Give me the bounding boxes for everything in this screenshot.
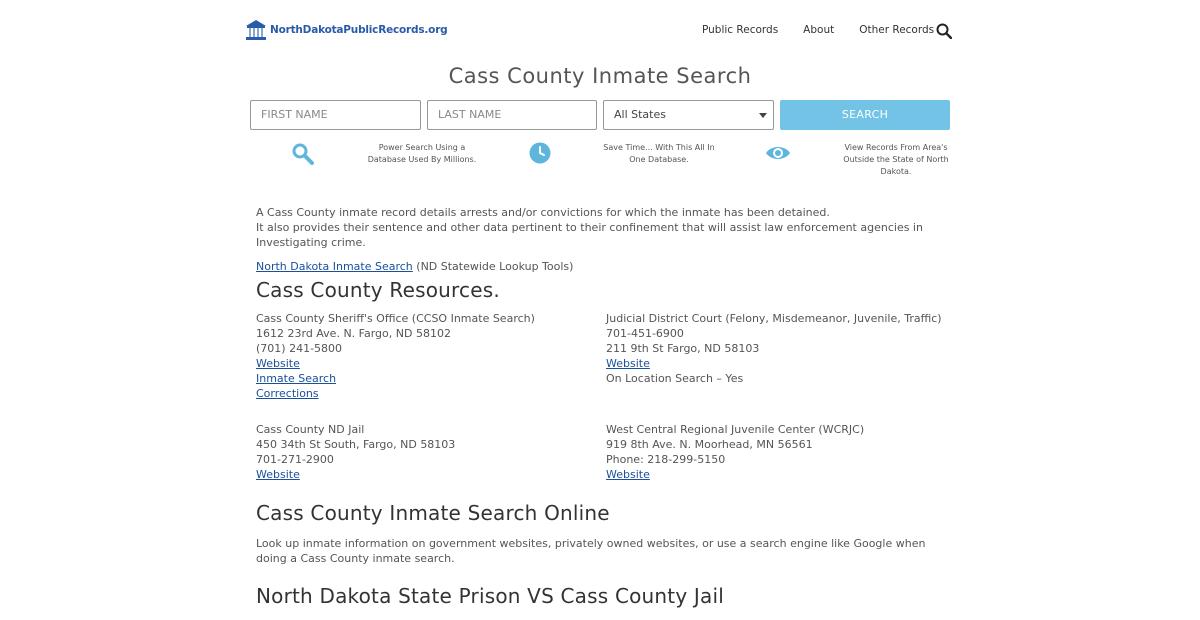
jail-website-link[interactable]: Website: [256, 467, 596, 482]
juvenile-website-link[interactable]: Website: [606, 467, 946, 482]
resource-phone: Phone: 218-299-5150: [606, 453, 726, 466]
resource-address: 1612 23rd Ave. N. Fargo, ND 58102: [256, 327, 451, 340]
feature-line: Outside the State of North: [843, 155, 949, 164]
online-text: Look up inmate information on government…: [256, 537, 926, 565]
link-suffix: (ND Statewide Lookup Tools): [412, 260, 574, 273]
caret-down-icon: [759, 113, 767, 118]
inmate-search-form: FIRST NAME LAST NAME All States SEARCH: [250, 100, 950, 130]
feature-text-view: View Records From Area's Outside the Sta…: [838, 142, 954, 178]
resource-name: West Central Regional Juvenile Center (W…: [606, 423, 865, 436]
resource-phone: (701) 241-5800: [256, 342, 343, 355]
prison-heading: North Dakota State Prison VS Cass County…: [256, 584, 724, 608]
resource-name: Judicial District Court (Felony, Misdeme…: [606, 312, 942, 325]
online-heading: Cass County Inmate Search Online: [256, 501, 610, 525]
resource-juvenile: West Central Regional Juvenile Center (W…: [606, 422, 946, 482]
resource-name: Cass County Sheriff's Office (CCSO Inmat…: [256, 312, 535, 325]
intro-line-2: It also provides their sentence and othe…: [256, 221, 923, 249]
feature-line: Database Used By Millions.: [367, 155, 477, 164]
sheriff-corrections-link[interactable]: Corrections: [256, 386, 596, 401]
logo-text: NorthDakotaPublicRecords.org: [270, 24, 448, 36]
resource-address: 211 9th St Fargo, ND 58103: [606, 342, 760, 355]
nav-about[interactable]: About: [803, 24, 834, 36]
top-nav: Public Records About Other Records: [702, 24, 959, 36]
feature-text-power: Power Search Using a Database Used By Mi…: [362, 142, 482, 166]
statewide-link-row: North Dakota Inmate Search (ND Statewide…: [256, 259, 946, 274]
intro-line-1: A Cass County inmate record details arre…: [256, 206, 830, 219]
feature-line: Dakota.: [880, 167, 912, 176]
sheriff-website-link[interactable]: Website: [256, 356, 596, 371]
state-select[interactable]: All States: [603, 100, 774, 130]
resource-phone: 701-451-6900: [606, 327, 684, 340]
feature-line: Save Time... With This All In: [603, 143, 715, 152]
eye-icon: [766, 147, 790, 159]
resource-address: 919 8th Ave. N. Moorhead, MN 56561: [606, 438, 813, 451]
feature-line: View Records From Area's: [844, 143, 948, 152]
search-icon[interactable]: [936, 23, 952, 39]
state-select-value: All States: [614, 108, 666, 121]
court-website-link[interactable]: Website: [606, 356, 946, 371]
feature-line: One Database.: [629, 155, 689, 164]
resource-jail: Cass County ND Jail 450 34th St South, F…: [256, 422, 596, 482]
nav-public-records[interactable]: Public Records: [702, 24, 778, 36]
page-title: Cass County Inmate Search: [448, 64, 752, 88]
site-header: NorthDakotaPublicRecords.org Public Reco…: [0, 0, 1200, 62]
last-name-input[interactable]: LAST NAME: [427, 100, 597, 130]
search-button[interactable]: SEARCH: [780, 100, 950, 130]
nav-other-records[interactable]: Other Records: [859, 24, 934, 36]
feature-text-save: Save Time... With This All In One Databa…: [600, 142, 718, 166]
nd-inmate-search-link[interactable]: North Dakota Inmate Search: [256, 260, 413, 273]
first-name-input[interactable]: FIRST NAME: [250, 100, 421, 130]
resource-name: Cass County ND Jail: [256, 423, 365, 436]
resource-address: 450 34th St South, Fargo, ND 58103: [256, 438, 456, 451]
courthouse-icon: [246, 20, 266, 40]
clock-icon: [529, 142, 551, 164]
feature-row: Power Search Using a Database Used By Mi…: [0, 140, 1200, 186]
site-logo[interactable]: NorthDakotaPublicRecords.org: [244, 18, 448, 42]
resource-court: Judicial District Court (Felony, Misdeme…: [606, 311, 946, 386]
magnifier-icon: [292, 143, 314, 165]
resource-sheriff: Cass County Sheriff's Office (CCSO Inmat…: [256, 311, 596, 401]
feature-line: Power Search Using a: [378, 143, 466, 152]
intro-section: A Cass County inmate record details arre…: [256, 205, 946, 274]
resources-heading: Cass County Resources.: [256, 278, 500, 302]
resource-phone: 701-271-2900: [256, 453, 334, 466]
sheriff-inmate-search-link[interactable]: Inmate Search: [256, 371, 596, 386]
resource-note: On Location Search – Yes: [606, 372, 744, 385]
